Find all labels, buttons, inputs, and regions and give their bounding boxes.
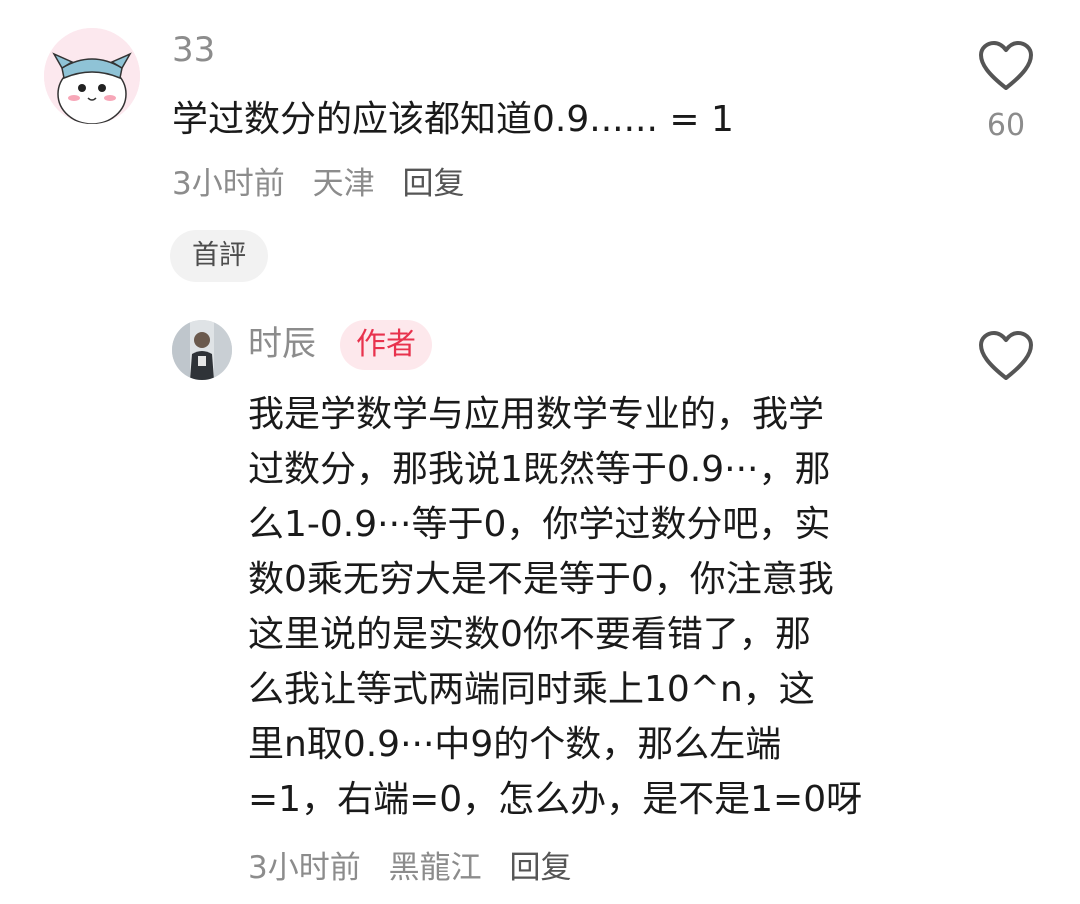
reply-username[interactable]: 时辰 <box>248 322 316 366</box>
reply-meta: 3小时前 黑龍江 回复 <box>248 848 589 888</box>
heart-outline-icon <box>979 41 1033 90</box>
reply-button[interactable]: 回复 <box>402 166 464 202</box>
reply-text-line: 过数分，那我说1既然等于0.9···，那 <box>248 449 831 490</box>
reply-text-line: 数0乘无穷大是不是等于0，你注意我 <box>248 559 834 600</box>
author-badge: 作者 <box>340 320 432 370</box>
avatar-image <box>44 28 140 124</box>
avatar-image <box>172 320 232 380</box>
reply-text-line: 里n取0.9···中9的个数，那么左端 <box>248 724 782 765</box>
comment-time: 3小时前 <box>172 166 285 202</box>
reply-text-line: 么1-0.9···等于0，你学过数分吧，实 <box>248 504 831 545</box>
like-button[interactable] <box>978 40 1034 92</box>
comment-meta: 3小时前 天津 回复 <box>172 164 482 204</box>
reply-location: 黑龍江 <box>388 850 482 886</box>
avatar[interactable] <box>172 320 232 380</box>
reply-text-line: 么我让等式两端同时乘上10^n，这 <box>248 669 815 710</box>
reply-text-line: =1，右端=0，怎么办，是不是1=0呀 <box>248 779 863 820</box>
avatar[interactable] <box>44 28 140 124</box>
reply-text-line: 我是学数学与应用数学专业的，我学 <box>248 394 825 435</box>
reply-button[interactable]: 回复 <box>509 850 571 886</box>
comment-location: 天津 <box>312 166 375 202</box>
heart-outline-icon <box>979 331 1033 380</box>
reply-text: 我是学数学与应用数学专业的，我学 过数分，那我说1既然等于0.9···，那 么1… <box>248 387 938 827</box>
first-comment-badge: 首評 <box>170 230 268 282</box>
reply-text-line: 这里说的是实数0你不要看错了，那 <box>248 614 811 655</box>
like-count: 60 <box>986 108 1026 143</box>
reply-time: 3小时前 <box>248 850 361 886</box>
comment-text: 学过数分的应该都知道0.9...... = 1 <box>172 99 734 140</box>
comment-username[interactable]: 33 <box>172 30 215 70</box>
like-button[interactable] <box>978 330 1034 382</box>
